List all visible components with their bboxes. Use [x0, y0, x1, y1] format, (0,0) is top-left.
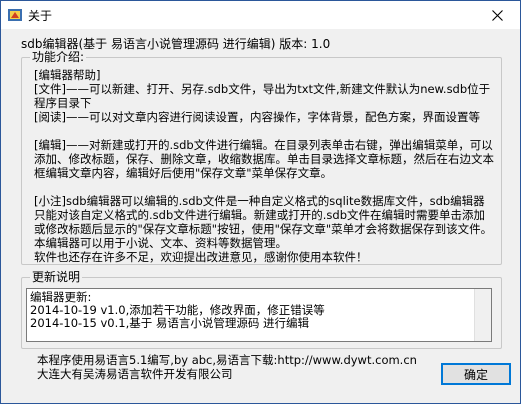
intro-paragraph: [阅读]——可以对文章内容进行阅读设置，内容操作，字体背景，配色方案，界面设置等	[34, 110, 480, 124]
intro-paragraph: [文件]——可以新建、打开、另存.sdb文件，导出为txt文件,新建文件默认为n…	[34, 82, 491, 110]
close-icon	[491, 9, 503, 21]
intro-paragraph: 本编辑器可以用于小说、文本、资料等数据管理。	[34, 236, 287, 250]
changelog-line: 2014-10-15 v0.1,基于 易语言小说管理源码 进行编辑	[30, 316, 310, 330]
intro-paragraph: [编辑器帮助]	[34, 68, 101, 82]
intro-legend: 功能介绍:	[30, 50, 87, 64]
intro-spacer	[34, 180, 494, 194]
intro-paragraph: [编辑]——对新建或打开的.sdb文件进行编辑。在目录列表单击右键，弹出编辑菜单…	[34, 138, 494, 180]
intro-text: [编辑器帮助] [文件]——可以新建、打开、另存.sdb文件，导出为txt文件,…	[34, 68, 494, 264]
footer-info: 本程序使用易语言5.1编写,by abc,易语言下载:http://www.dy…	[37, 353, 437, 381]
changelog-textbox[interactable]: 编辑器更新: 2014-10-19 v1.0,添加若干功能，修改界面，修正错误等…	[26, 288, 492, 342]
intro-spacer	[34, 124, 494, 138]
footer-line: 本程序使用易语言5.1编写,by abc,易语言下载:http://www.dy…	[37, 353, 417, 367]
changelog-group: 更新说明 编辑器更新: 2014-10-19 v1.0,添加若干功能，修改界面，…	[21, 270, 502, 349]
intro-paragraph: 软件也还存在许多不足，欢迎提出改进意见，感谢你使用本软件！	[34, 250, 368, 264]
title-bar[interactable]: 关于	[1, 1, 520, 29]
intro-paragraph: [小注]sdb编辑器可以编辑的.sdb文件是一种自定义格式的sqlite数据库文…	[34, 194, 493, 236]
footer-line: 大连大有吴涛易语言软件开发有限公司	[37, 367, 233, 381]
about-dialog: 关于 sdb编辑器(基于 易语言小说管理源码 进行编辑) 版本: 1.0 功能介…	[0, 0, 521, 404]
app-icon	[8, 9, 22, 21]
intro-group: 功能介绍: [编辑器帮助] [文件]——可以新建、打开、另存.sdb文件，导出为…	[21, 50, 502, 265]
window-title: 关于	[28, 9, 53, 23]
changelog-scrollbar[interactable]	[474, 289, 491, 341]
changelog-legend: 更新说明	[30, 270, 83, 284]
close-button[interactable]	[474, 1, 520, 29]
ok-button[interactable]: 确定	[441, 363, 511, 385]
